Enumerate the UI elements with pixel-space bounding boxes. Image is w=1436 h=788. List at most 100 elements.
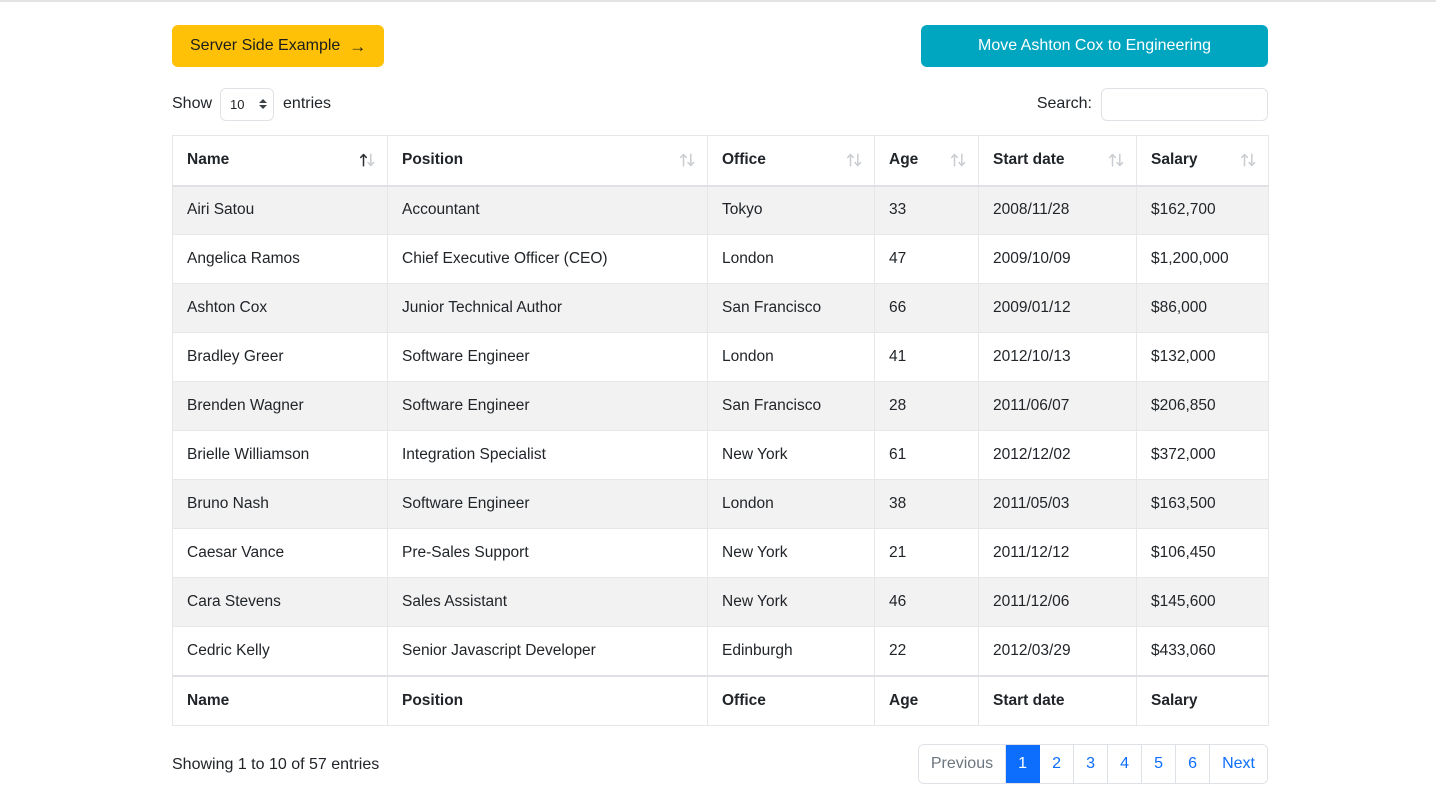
pagination-6[interactable]: 6 <box>1176 745 1211 783</box>
sort-both-icon[interactable] <box>679 153 696 168</box>
cell-start-date: 2012/03/29 <box>978 626 1137 676</box>
sort-both-icon[interactable] <box>846 153 863 168</box>
table-row[interactable]: Cedric Kelly Senior Javascript Developer E… <box>172 626 1269 676</box>
table-header-label: Office <box>722 151 766 169</box>
table-row[interactable]: Brenden Wagner Software Engineer San Franc… <box>172 381 1269 431</box>
search-control: Search: <box>1037 87 1268 121</box>
cell-start-date: 2008/11/28 <box>978 185 1137 235</box>
cell-office: New York <box>707 430 875 480</box>
cell-start-date: 2012/10/13 <box>978 332 1137 382</box>
sort-both-icon[interactable] <box>1240 153 1257 168</box>
cell-start-date: 2011/06/07 <box>978 381 1137 431</box>
search-input[interactable] <box>1101 87 1268 121</box>
sort-both-icon[interactable] <box>950 153 967 168</box>
cell-age: 38 <box>874 479 979 529</box>
cell-salary: $206,850 <box>1136 381 1269 431</box>
cell-salary: $162,700 <box>1136 185 1269 235</box>
cell-age: 28 <box>874 381 979 431</box>
sort-both-icon[interactable] <box>1108 153 1125 168</box>
pagination-previous: Previous <box>918 745 1007 783</box>
entries-per-page-select[interactable]: 102550100 <box>220 87 275 121</box>
cell-start-date: 2011/05/03 <box>978 479 1137 529</box>
cell-name: Ashton Cox <box>172 283 388 333</box>
table-footer-row: Name Position Office Age Start date Salary <box>172 674 1269 726</box>
table-controls: Show 102550100 entries Search: <box>172 87 1268 121</box>
cell-age: 22 <box>874 626 979 676</box>
table-row[interactable]: Ashton Cox Junior Technical Author San Fra… <box>172 283 1269 333</box>
table-row[interactable]: Brielle Williamson Integration Specialist… <box>172 430 1269 480</box>
cell-office: London <box>707 332 875 382</box>
cell-name: Caesar Vance <box>172 528 388 578</box>
table-footer-age: Age <box>874 674 979 726</box>
table-header-label: Age <box>889 151 919 169</box>
table-header-position[interactable]: Position <box>387 135 708 187</box>
cell-position: Senior Javascript Developer <box>387 626 708 676</box>
data-table-container: Name Position Office Age Start date Salary Ai… <box>172 135 1269 726</box>
cell-age: 33 <box>874 185 979 235</box>
cell-name: Angelica Ramos <box>172 234 388 284</box>
table-foot: Name Position Office Age Start date Salary <box>172 674 1269 726</box>
table-row[interactable]: Angelica Ramos Chief Executive Officer (C… <box>172 234 1269 284</box>
table-header-label: Start date <box>993 151 1065 169</box>
table-body: Airi Satou Accountant Tokyo 33 2008/11/28 $16… <box>172 185 1269 676</box>
cell-office: London <box>707 234 875 284</box>
table-footer-position: Position <box>387 674 708 726</box>
cell-office: London <box>707 479 875 529</box>
cell-start-date: 2011/12/12 <box>978 528 1137 578</box>
table-header-label: Name <box>187 151 230 169</box>
cell-age: 46 <box>874 577 979 627</box>
cell-salary: $433,060 <box>1136 626 1269 676</box>
table-header-start-date[interactable]: Start date <box>978 135 1137 187</box>
table-header-salary[interactable]: Salary <box>1136 135 1269 187</box>
cell-position: Sales Assistant <box>387 577 708 627</box>
cell-salary: $132,000 <box>1136 332 1269 382</box>
table-head: Name Position Office Age Start date Salary <box>172 135 1269 187</box>
cell-position: Software Engineer <box>387 332 708 382</box>
cell-office: San Francisco <box>707 381 875 431</box>
cell-name: Airi Satou <box>172 185 388 235</box>
table-header-row: Name Position Office Age Start date Salary <box>172 135 1269 187</box>
length-control: Show 102550100 entries <box>172 87 331 121</box>
cell-age: 61 <box>874 430 979 480</box>
table-row[interactable]: Caesar Vance Pre-Sales Support New York 21 2… <box>172 528 1269 578</box>
table-row[interactable]: Bradley Greer Software Engineer London 41 20… <box>172 332 1269 382</box>
cell-position: Accountant <box>387 185 708 235</box>
cell-salary: $145,600 <box>1136 577 1269 627</box>
table-row[interactable]: Airi Satou Accountant Tokyo 33 2008/11/28 $16… <box>172 185 1269 235</box>
table-row[interactable]: Bruno Nash Software Engineer London 38 2011/… <box>172 479 1269 529</box>
pagination-3[interactable]: 3 <box>1074 745 1109 783</box>
table-header-label: Position <box>402 151 464 169</box>
cell-age: 21 <box>874 528 979 578</box>
pagination-5[interactable]: 5 <box>1142 745 1177 783</box>
cell-age: 41 <box>874 332 979 382</box>
cell-position: Integration Specialist <box>387 430 708 480</box>
pagination-2[interactable]: 2 <box>1040 745 1075 783</box>
top-button-bar: Server Side Example → Move Ashton Cox to… <box>172 25 1268 67</box>
cell-position: Junior Technical Author <box>387 283 708 333</box>
cell-start-date: 2012/12/02 <box>978 430 1137 480</box>
table-row[interactable]: Cara Stevens Sales Assistant New York 46 201… <box>172 577 1269 627</box>
cell-position: Pre-Sales Support <box>387 528 708 578</box>
employees-table: Name Position Office Age Start date Salary Ai… <box>172 135 1269 726</box>
table-header-name[interactable]: Name <box>172 135 388 187</box>
cell-office: New York <box>707 528 875 578</box>
cell-office: San Francisco <box>707 283 875 333</box>
sort-ascending-icon[interactable] <box>359 153 376 168</box>
cell-start-date: 2009/01/12 <box>978 283 1137 333</box>
pagination-4[interactable]: 4 <box>1108 745 1143 783</box>
cell-age: 66 <box>874 283 979 333</box>
table-header-office[interactable]: Office <box>707 135 875 187</box>
move-ashton-cox-button[interactable]: Move Ashton Cox to Engineering <box>921 25 1268 67</box>
table-header-age[interactable]: Age <box>874 135 979 187</box>
pagination-next[interactable]: Next <box>1210 745 1267 783</box>
pagination-1[interactable]: 1 <box>1006 745 1041 783</box>
cell-name: Bradley Greer <box>172 332 388 382</box>
server-side-example-button[interactable]: Server Side Example → <box>172 25 385 67</box>
cell-salary: $86,000 <box>1136 283 1269 333</box>
cell-start-date: 2011/12/06 <box>978 577 1137 627</box>
cell-salary: $1,200,000 <box>1136 234 1269 284</box>
cell-office: New York <box>707 577 875 627</box>
length-label-prefix: Show <box>172 95 213 112</box>
cell-name: Brenden Wagner <box>172 381 388 431</box>
cell-position: Software Engineer <box>387 479 708 529</box>
